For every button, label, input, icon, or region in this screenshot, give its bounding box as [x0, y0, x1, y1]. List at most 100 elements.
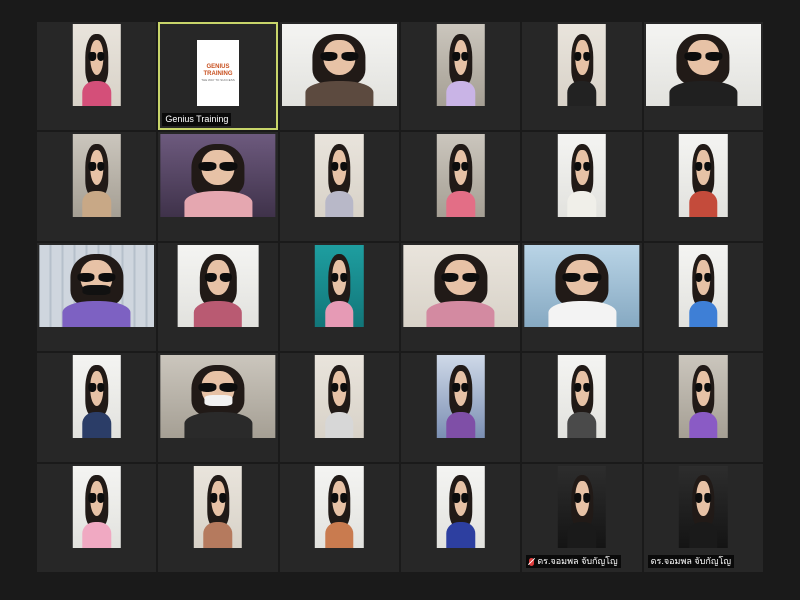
- participant-tile[interactable]: GENIUS TRAINING THE WAY TO SUCCESS Genius …: [158, 22, 278, 131]
- participant-video: [557, 355, 607, 438]
- sunglasses-icon: [562, 272, 602, 282]
- participant-video: [679, 134, 728, 217]
- participant-name: Genius Training: [165, 114, 229, 125]
- sunglasses-icon: [198, 383, 238, 393]
- participant-tile[interactable]: [522, 242, 642, 352]
- participant-figure: [688, 362, 719, 438]
- shirt: [426, 301, 495, 328]
- participant-tile[interactable]: [643, 22, 763, 131]
- sunglasses-icon: [695, 383, 712, 393]
- participant-name-label: ดร.จอมพล จับกัญโญ: [526, 555, 621, 568]
- participant-video: [72, 24, 121, 107]
- participant-figure: [81, 31, 112, 107]
- participant-video: [679, 244, 728, 328]
- participant-video: [557, 24, 607, 107]
- sunglasses-icon: [695, 272, 712, 282]
- participant-tile[interactable]: [522, 353, 642, 462]
- shirt: [446, 191, 475, 217]
- participant-name: ดร.จอมพล จับกัญโญ: [537, 556, 618, 566]
- participant-tile[interactable]: [643, 132, 763, 241]
- participant-tile[interactable]: [37, 463, 157, 572]
- participant-tile[interactable]: [37, 242, 157, 352]
- participant-video: [679, 355, 728, 438]
- participant-tile[interactable]: ดร.จอมพล จับกัญโญ: [643, 463, 763, 572]
- gallery-grid: GENIUS TRAINING THE WAY TO SUCCESS Genius …: [37, 22, 763, 572]
- participant-tile[interactable]: [279, 22, 399, 131]
- participant-figure: [666, 31, 740, 107]
- participant-figure: [60, 251, 134, 328]
- participant-tile[interactable]: [522, 22, 642, 131]
- sunglasses-icon: [331, 493, 348, 503]
- sunglasses-icon: [331, 162, 348, 172]
- participant-figure: [324, 472, 355, 548]
- participant-tile[interactable]: [279, 353, 399, 462]
- participant-video: [436, 355, 485, 438]
- participant-figure: [81, 141, 112, 217]
- shirt: [184, 191, 252, 217]
- participant-figure: [445, 362, 476, 438]
- participant-tile[interactable]: [158, 242, 278, 352]
- participant-video: [160, 134, 276, 217]
- participant-video: [315, 355, 364, 438]
- participant-video: [436, 134, 485, 217]
- participant-tile[interactable]: [158, 132, 278, 241]
- participant-figure: [81, 362, 112, 438]
- shirt: [567, 411, 597, 438]
- sunglasses-icon: [320, 51, 359, 62]
- participant-video: [39, 244, 155, 328]
- face-mask: [203, 395, 232, 406]
- participant-figure: [566, 31, 597, 107]
- participant-figure: [566, 472, 597, 548]
- sunglasses-icon: [88, 383, 105, 393]
- participant-video: [436, 24, 485, 107]
- participant-tile[interactable]: [401, 22, 521, 131]
- participant-video: [436, 465, 485, 548]
- sunglasses-icon: [573, 162, 591, 172]
- logo-subtitle: THE WAY TO SUCCESS: [201, 78, 235, 82]
- participant-video: [315, 465, 364, 548]
- sunglasses-icon: [441, 272, 481, 282]
- participant-figure: [302, 31, 376, 107]
- sunglasses-icon: [695, 162, 712, 172]
- participant-tile[interactable]: [279, 132, 399, 241]
- shirt: [689, 191, 718, 217]
- sunglasses-icon: [77, 272, 117, 282]
- participant-tile[interactable]: [279, 242, 399, 352]
- participant-tile[interactable]: [158, 353, 278, 462]
- participant-tile[interactable]: [279, 463, 399, 572]
- shirt: [305, 80, 374, 107]
- shirt: [669, 80, 738, 107]
- participant-figure: [688, 251, 719, 328]
- participant-figure: [445, 141, 476, 217]
- participant-name: ดร.จอมพล จับกัญโญ: [650, 556, 732, 566]
- participant-video: [160, 355, 276, 438]
- shirt: [325, 301, 354, 328]
- participant-video: [281, 24, 397, 107]
- sunglasses-icon: [452, 493, 469, 503]
- participant-tile[interactable]: [401, 132, 521, 241]
- participant-tile[interactable]: [401, 242, 521, 352]
- shirt: [82, 191, 111, 217]
- participant-tile[interactable]: [401, 353, 521, 462]
- shirt: [446, 80, 475, 107]
- sunglasses-icon: [209, 493, 227, 503]
- participant-figure: [566, 362, 597, 438]
- face-mask: [82, 284, 111, 296]
- participant-tile[interactable]: [643, 242, 763, 352]
- participant-tile[interactable]: [643, 353, 763, 462]
- participant-figure: [181, 141, 255, 217]
- shirt: [325, 522, 354, 548]
- participant-tile[interactable]: [37, 353, 157, 462]
- participant-tile[interactable]: [522, 132, 642, 241]
- participant-figure: [192, 251, 244, 328]
- shirt: [567, 191, 597, 217]
- sunglasses-icon: [452, 51, 469, 62]
- participant-tile[interactable]: [158, 463, 278, 572]
- participant-tile[interactable]: [37, 132, 157, 241]
- participant-video: [72, 465, 121, 548]
- participant-video: [177, 244, 259, 328]
- participant-tile[interactable]: ดร.จอมพล จับกัญโญ: [522, 463, 642, 572]
- participant-video: [403, 244, 519, 328]
- participant-tile[interactable]: [401, 463, 521, 572]
- participant-tile[interactable]: [37, 22, 157, 131]
